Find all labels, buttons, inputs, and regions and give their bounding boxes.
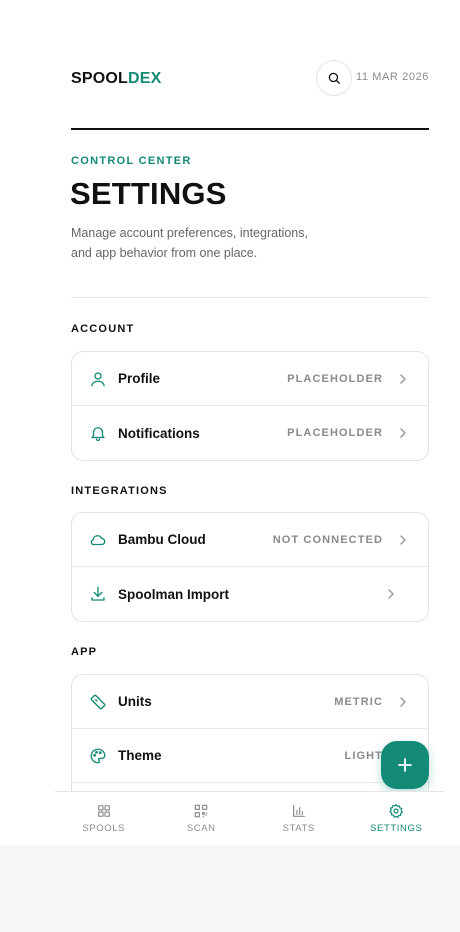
- page-description: Manage account preferences, integrations…: [71, 226, 308, 260]
- search-icon: [328, 72, 340, 84]
- settings-row-units[interactable]: Units METRIC: [72, 675, 428, 729]
- settings-row-spoolman-import[interactable]: Spoolman Import: [72, 567, 428, 621]
- palette-icon: [90, 748, 106, 764]
- tab-label-settings: SETTINGS: [370, 823, 423, 834]
- app-logo[interactable]: SPOOLDEX: [71, 70, 162, 88]
- page-title: SETTINGS: [70, 176, 227, 211]
- logo-part-dex: DEX: [128, 70, 162, 87]
- logo-part-spool: SPOOL: [71, 70, 129, 87]
- row-value-notifications: PLACEHOLDER: [287, 427, 383, 439]
- download-icon: [91, 586, 105, 601]
- row-value-units: METRIC: [334, 695, 383, 708]
- header: SPOOLDEX 11 MAR 2026: [71, 59, 429, 97]
- header-divider: [71, 128, 429, 130]
- account-card: Profile PLACEHOLDER Notifications PLACEH…: [71, 351, 429, 461]
- tab-label-spools: SPOOLS: [82, 823, 126, 834]
- grid-icon: [97, 805, 110, 817]
- search-button[interactable]: [316, 60, 352, 96]
- cloud-icon: [90, 535, 106, 546]
- section-label-account: ACCOUNT: [71, 323, 135, 335]
- section-label-app: APP: [71, 646, 98, 658]
- chevron-right-icon: [400, 374, 406, 384]
- current-date: 11 MAR 2026: [355, 71, 429, 83]
- row-value-profile: PLACEHOLDER: [287, 372, 383, 385]
- bell-icon: [91, 427, 105, 442]
- tab-settings[interactable]: SETTINGS: [348, 792, 446, 845]
- row-label-notifications: Notifications: [118, 425, 200, 441]
- ruler-icon: [90, 694, 106, 710]
- intro-divider: [71, 297, 429, 298]
- chevron-right-icon: [400, 535, 406, 545]
- app-screen: SPOOLDEX 11 MAR 2026 CONTROL CENTER SETT…: [0, 0, 460, 845]
- row-label-profile: Profile: [118, 371, 161, 386]
- tab-scan[interactable]: SCAN: [153, 792, 251, 845]
- settings-row-profile[interactable]: Profile PLACEHOLDER: [72, 352, 428, 406]
- bottom-tab-bar: SPOOLS SCAN STATS SETTINGS: [55, 791, 445, 845]
- tab-label-stats: STATS: [282, 823, 315, 834]
- row-value-theme: LIGHT: [344, 749, 383, 762]
- integrations-card: Bambu Cloud NOT CONNECTED Spoolman Impor…: [71, 512, 429, 622]
- row-label-bambu-cloud: Bambu Cloud: [118, 532, 206, 547]
- settings-row-bambu-cloud[interactable]: Bambu Cloud NOT CONNECTED: [72, 513, 428, 567]
- chevron-right-icon: [400, 697, 406, 707]
- row-label-theme: Theme: [118, 748, 162, 763]
- row-label-spoolman-import: Spoolman Import: [118, 586, 229, 602]
- tab-label-scan: SCAN: [186, 823, 216, 834]
- tab-spools[interactable]: SPOOLS: [55, 792, 153, 845]
- settings-row-notifications[interactable]: Notifications PLACEHOLDER: [72, 406, 428, 460]
- chevron-right-icon: [388, 589, 394, 599]
- tab-stats[interactable]: STATS: [250, 792, 348, 845]
- section-label-integrations: INTEGRATIONS: [71, 485, 168, 497]
- qr-icon: [194, 804, 208, 818]
- chevron-right-icon: [400, 428, 406, 438]
- row-label-units: Units: [118, 694, 152, 709]
- plus-icon: [398, 758, 412, 772]
- page-eyebrow: CONTROL CENTER: [71, 155, 192, 167]
- bar-chart-icon: [292, 805, 305, 817]
- row-value-bambu-cloud: NOT CONNECTED: [272, 533, 383, 546]
- add-button[interactable]: [381, 741, 429, 789]
- gear-icon: [389, 804, 404, 818]
- user-icon: [91, 372, 105, 387]
- settings-row-theme[interactable]: Theme LIGHT: [72, 729, 428, 783]
